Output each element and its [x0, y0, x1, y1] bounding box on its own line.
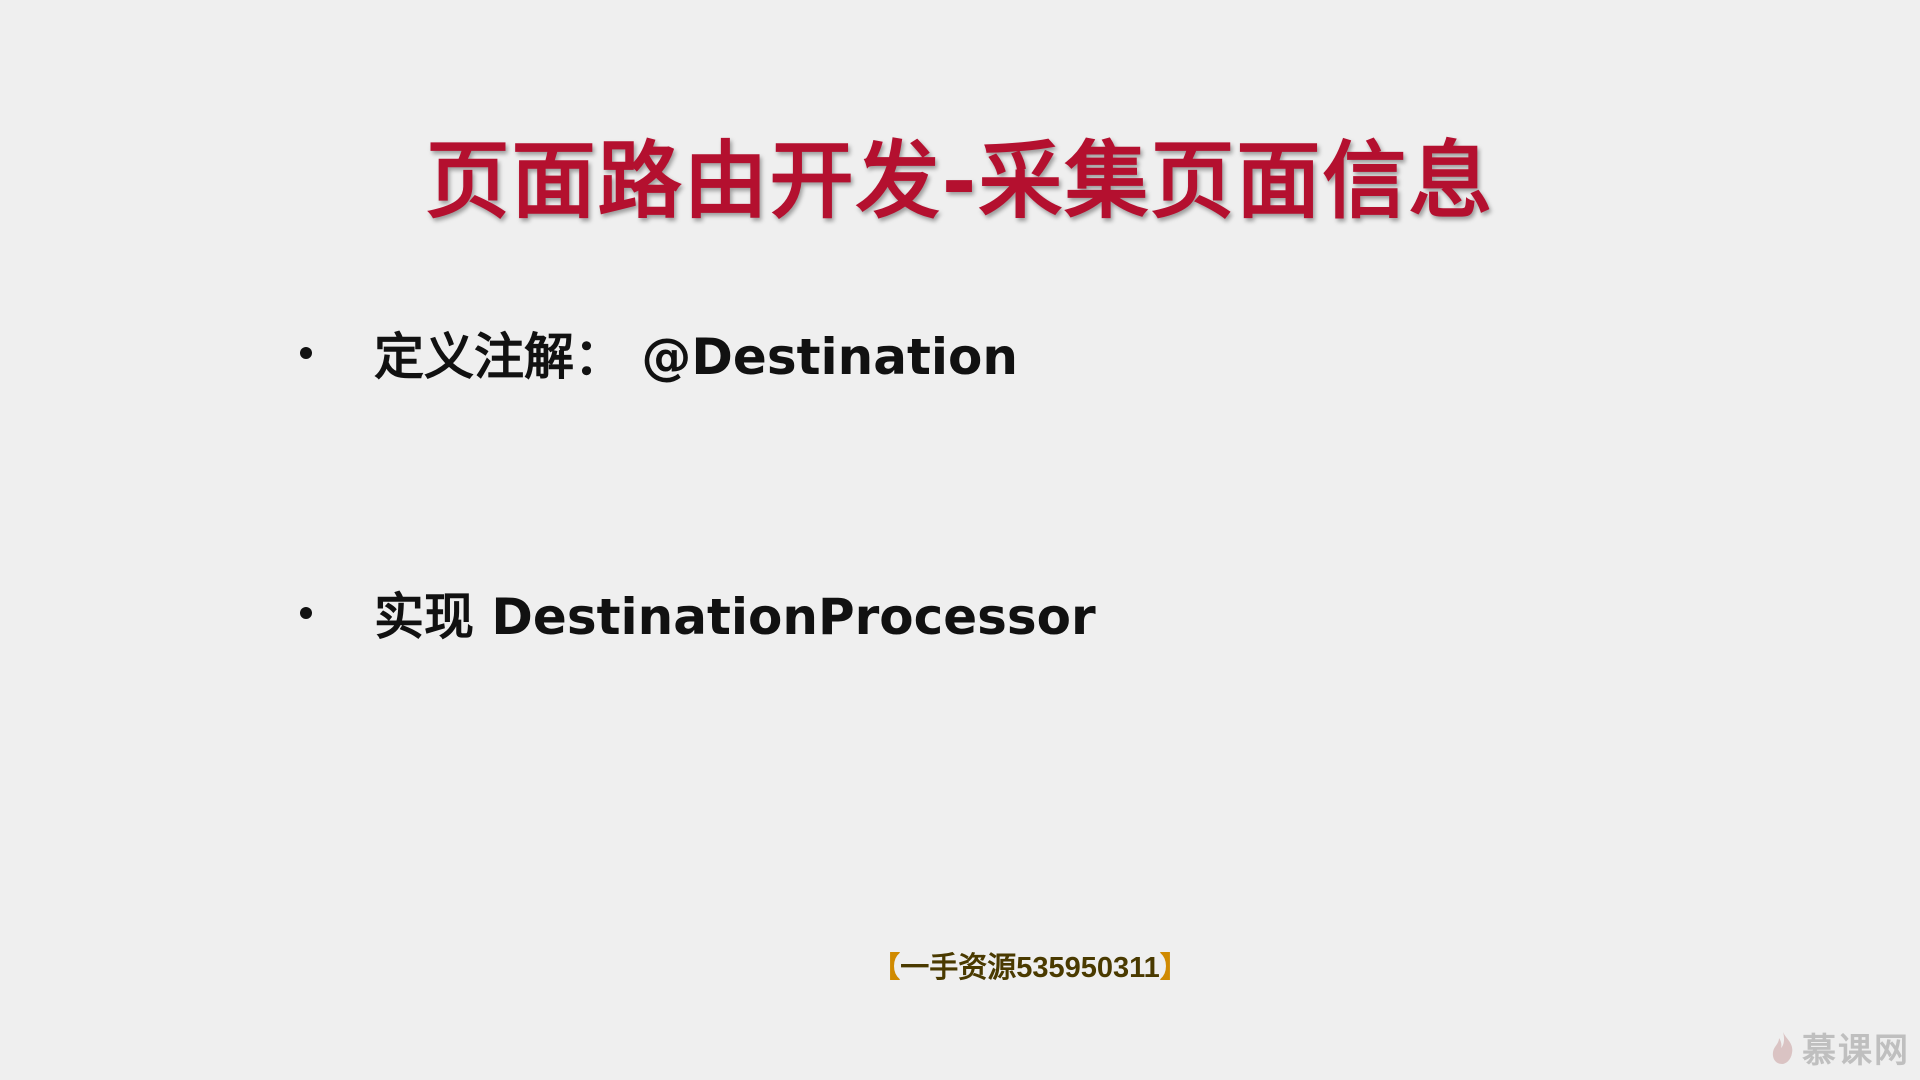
- bullet-dot-icon: [300, 607, 312, 619]
- brand-logo: 慕课网: [1770, 1023, 1910, 1072]
- bullet-item: 实现 DestinationProcessor: [296, 578, 1096, 648]
- bullet-item: 定义注解： @Destination: [296, 318, 1018, 388]
- slide: 页面路由开发-采集页面信息 定义注解： @Destination 实现 Dest…: [0, 0, 1920, 1080]
- bullet-dot-icon: [300, 347, 312, 359]
- bullet-text: 定义注解： @Destination: [374, 328, 1018, 386]
- watermark: 【一手资源535950311】: [0, 944, 1920, 986]
- watermark-text: 一手资源535950311: [900, 952, 1160, 984]
- flame-icon: [1772, 1031, 1793, 1064]
- watermark-open-bracket: 【: [871, 952, 901, 984]
- bullet-text: 实现 DestinationProcessor: [374, 588, 1096, 646]
- brand-name: 慕课网: [1802, 1031, 1910, 1071]
- slide-title: 页面路由开发-采集页面信息: [425, 132, 1495, 230]
- watermark-close-bracket: 】: [1159, 952, 1189, 984]
